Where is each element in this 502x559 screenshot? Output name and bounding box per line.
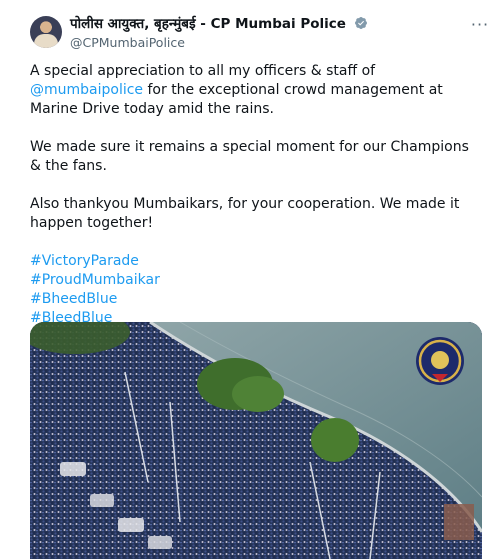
mumbai-police-emblem-icon (416, 337, 464, 385)
author-display-name-row: पोलीस आयुक्त, बृहन्मुंबई - CP Mumbai Pol… (70, 16, 368, 33)
tweet-card: पोलीस आयुक्त, बृहन्मुंबई - CP Mumbai Pol… (0, 0, 502, 559)
tweet-paragraph-3: Also thankyou Mumbaikars, for your coope… (30, 196, 460, 231)
author-handle[interactable]: @CPMumbaiPolice (70, 34, 368, 51)
verified-badge-icon (354, 17, 367, 29)
hashtag-victory-parade[interactable]: #VictoryParade (30, 252, 482, 271)
author-names: पोलीस आयुक्त, बृहन्मुंबई - CP Mumbai Pol… (70, 16, 368, 51)
author-display-name[interactable]: पोलीस आयुक्त, बृहन्मुंबई - CP Mumbai Pol… (70, 16, 346, 32)
tweet-header: पोलीस आयुक्त, बृहन्मुंबई - CP Mumbai Pol… (30, 14, 492, 54)
tweet-photo[interactable] (30, 322, 482, 559)
hashtag-proud-mumbaikar[interactable]: #ProudMumbaikar (30, 271, 482, 290)
hashtag-bheed-blue[interactable]: #BheedBlue (30, 290, 482, 309)
p1-prefix: A special appreciation to all my officer… (30, 63, 376, 79)
tweet-text: A special appreciation to all my officer… (30, 62, 482, 328)
tweet-paragraph-1: A special appreciation to all my officer… (30, 62, 482, 119)
more-options-icon[interactable]: ··· (470, 17, 490, 38)
hashtag-list: #VictoryParade #ProudMumbaikar #BheedBlu… (30, 252, 482, 328)
tweet-paragraph-2: We made sure it remains a special moment… (30, 139, 469, 174)
mention-link[interactable]: @mumbaipolice (30, 82, 143, 98)
crowd-photo-illustration (30, 322, 482, 559)
avatar[interactable] (30, 16, 62, 48)
